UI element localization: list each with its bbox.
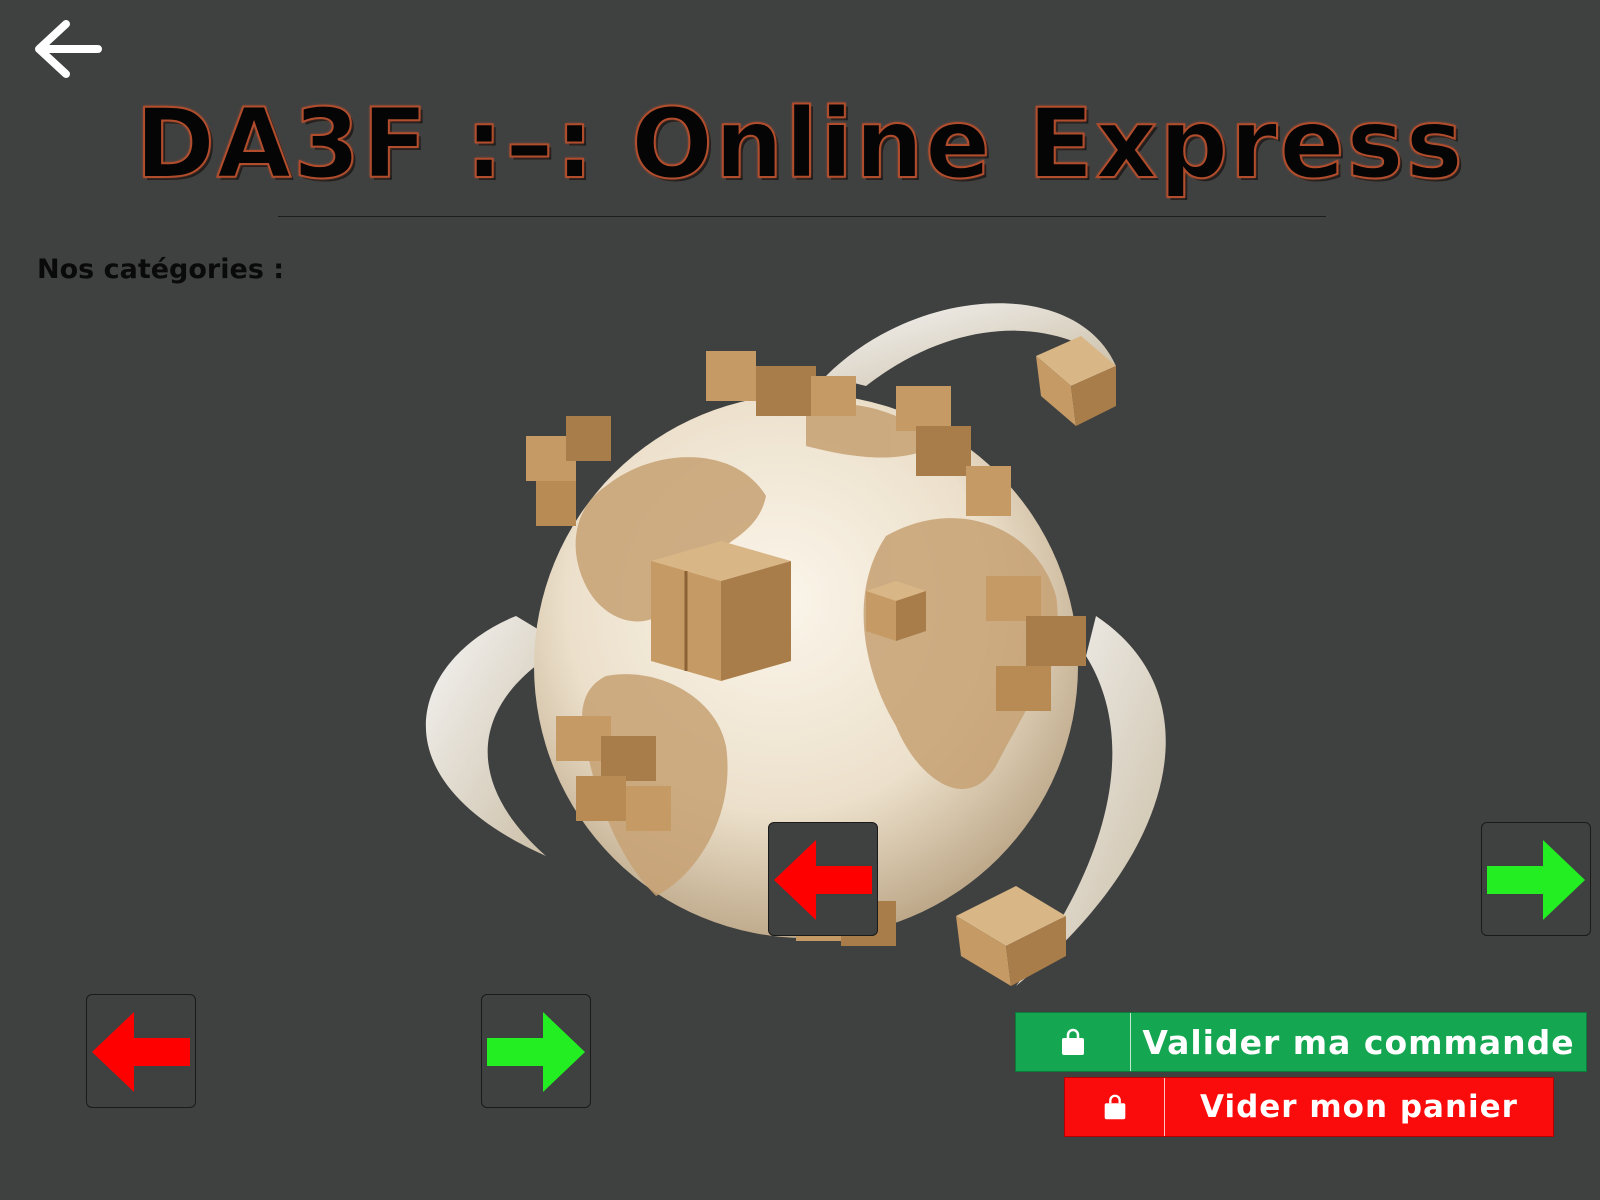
shopping-bag-icon bbox=[1065, 1078, 1165, 1136]
empty-cart-button[interactable]: Vider mon panier bbox=[1064, 1077, 1554, 1137]
arrow-left-icon bbox=[92, 1012, 190, 1092]
category-prev-button[interactable] bbox=[86, 994, 196, 1108]
categories-label: Nos catégories : bbox=[37, 254, 285, 285]
category-next-button[interactable] bbox=[481, 994, 591, 1108]
shopping-bag-icon bbox=[1016, 1013, 1131, 1071]
title-divider bbox=[278, 216, 1326, 217]
arrow-right-icon bbox=[487, 1012, 585, 1092]
arrow-left-icon bbox=[35, 20, 102, 78]
empty-cart-label: Vider mon panier bbox=[1200, 1089, 1518, 1125]
arrow-right-icon bbox=[1487, 840, 1585, 920]
arrow-left-icon bbox=[774, 840, 872, 920]
validate-order-label: Valider ma commande bbox=[1142, 1022, 1575, 1062]
hero-prev-button[interactable] bbox=[768, 822, 878, 936]
hero-next-button[interactable] bbox=[1481, 822, 1591, 936]
validate-order-button[interactable]: Valider ma commande bbox=[1015, 1012, 1587, 1072]
back-button[interactable] bbox=[28, 18, 104, 84]
page-title: DA3F :–: Online Express bbox=[134, 88, 1465, 200]
